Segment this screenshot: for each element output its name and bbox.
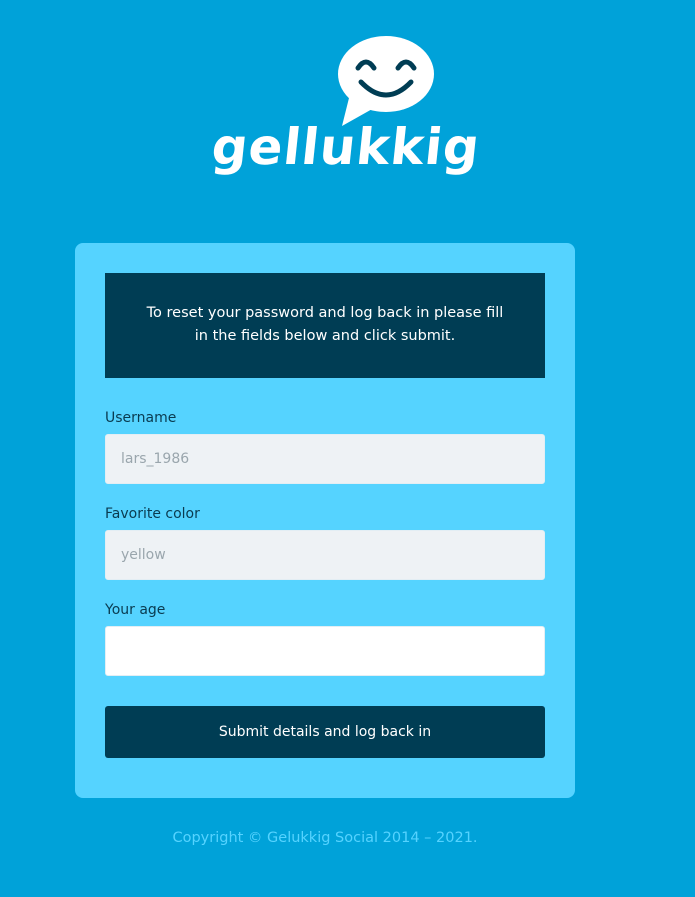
age-input[interactable] bbox=[105, 626, 545, 676]
username-label: Username bbox=[105, 410, 177, 426]
brand-wordmark: gellukkig bbox=[208, 118, 484, 176]
favorite-color-input[interactable] bbox=[105, 530, 545, 580]
favorite-color-label: Favorite color bbox=[105, 506, 200, 522]
submit-button[interactable]: Submit details and log back in bbox=[105, 706, 545, 758]
copyright-footer: Copyright © Gelukkig Social 2014 – 2021. bbox=[172, 830, 478, 846]
username-input[interactable] bbox=[105, 434, 545, 484]
age-label: Your age bbox=[105, 602, 166, 618]
brand-logo: gellukkig bbox=[209, 34, 483, 194]
smiley-speech-bubble-icon bbox=[338, 36, 434, 126]
instructions-notice: To reset your password and log back in p… bbox=[105, 273, 545, 378]
reset-password-card: To reset your password and log back in p… bbox=[75, 243, 575, 798]
